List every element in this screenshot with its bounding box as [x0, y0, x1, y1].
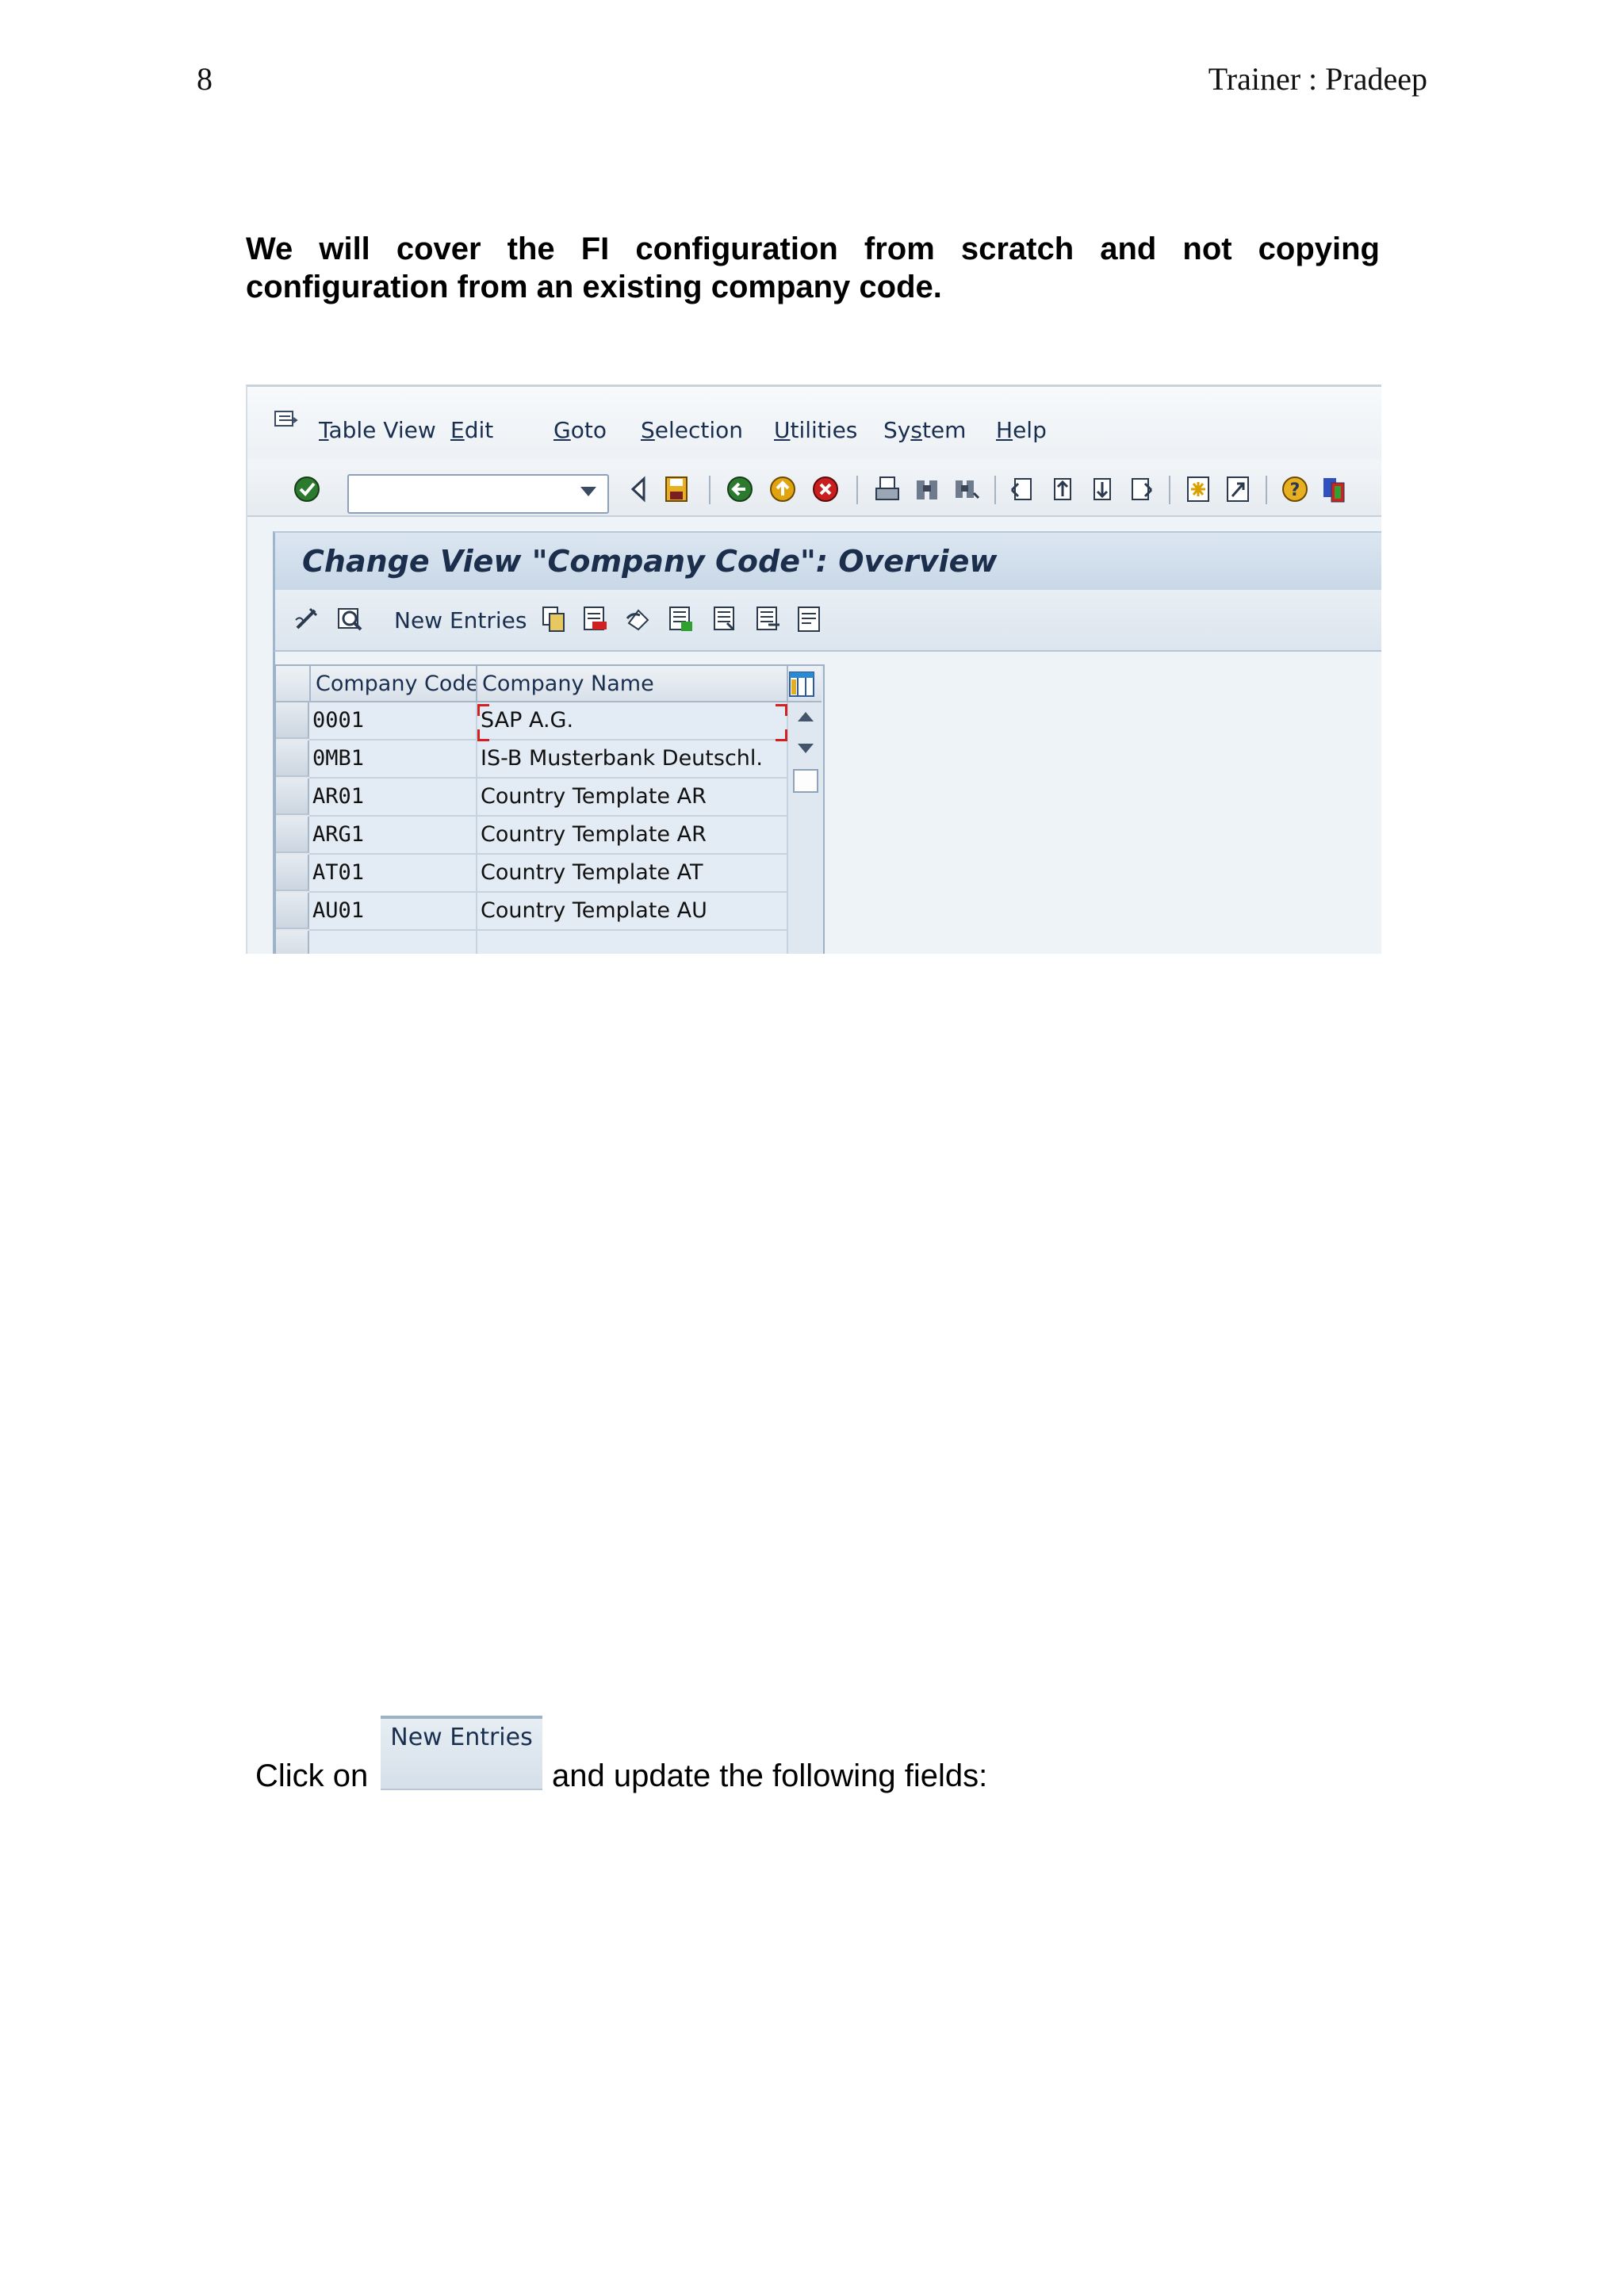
scroll-down-icon[interactable]: [798, 744, 814, 753]
delete-icon[interactable]: [581, 604, 610, 634]
company-name-cell[interactable]: Country Template AU: [477, 893, 788, 931]
toolbar-separator: [994, 476, 996, 504]
enter-check-icon[interactable]: [293, 474, 320, 504]
instruction-suffix: and update the following fields:: [552, 1758, 988, 1793]
chevron-down-icon[interactable]: [580, 487, 596, 496]
row-selector[interactable]: [276, 855, 309, 891]
select-view-icon[interactable]: [335, 604, 364, 634]
intro-paragraph: We will cover the FI configuration from …: [246, 232, 1380, 304]
menu-utilities[interactable]: Utilities: [774, 417, 857, 443]
menu-edit[interactable]: Edit: [450, 417, 493, 443]
layout-menu-icon[interactable]: [1321, 474, 1348, 504]
scroll-thumb[interactable]: [793, 769, 818, 793]
company-code-cell[interactable]: AT01: [309, 855, 477, 893]
company-name-cell[interactable]: Country Template AR: [477, 779, 788, 817]
scroll-up-icon[interactable]: [798, 712, 814, 721]
company-code-cell[interactable]: 0MB1: [309, 740, 477, 779]
focus-marker: [477, 729, 489, 741]
focus-marker: [776, 729, 787, 741]
menu-bar: Table View Edit Goto Selection Utilities…: [247, 387, 1381, 458]
menu-goto[interactable]: Goto: [553, 417, 607, 443]
company-name-cell[interactable]: Country Template AR: [477, 817, 788, 855]
create-session-icon[interactable]: [1185, 474, 1212, 504]
sap-screenshot: Table View Edit Goto Selection Utilities…: [246, 385, 1381, 954]
help-icon[interactable]: ?: [1281, 474, 1308, 504]
column-header-company-code[interactable]: Company Code: [311, 666, 477, 702]
deselect-all-icon[interactable]: [754, 604, 783, 634]
screen-title: Change View "Company Code": Overview: [302, 544, 998, 579]
column-header-company-name[interactable]: Company Name: [477, 666, 788, 702]
select-all-icon[interactable]: [667, 604, 695, 634]
company-code-table: Company Code Company Name 0001 SAP A.G. …: [274, 664, 825, 954]
config-icon[interactable]: [795, 604, 824, 634]
vertical-scrollbar[interactable]: [788, 702, 822, 954]
menu-selection[interactable]: Selection: [641, 417, 743, 443]
company-name-cell[interactable]: IS-B Musterbank Deutschl.: [477, 740, 788, 779]
new-entries-button[interactable]: New Entries: [394, 607, 527, 633]
company-name-cell[interactable]: Country Template AT: [477, 855, 788, 893]
cancel-icon[interactable]: [812, 474, 839, 504]
previous-page-icon[interactable]: [1048, 474, 1075, 504]
company-name-cell[interactable]: [477, 931, 788, 954]
copy-as-icon[interactable]: [540, 604, 569, 634]
row-selector[interactable]: [276, 893, 309, 929]
header-trainer: Trainer : Pradeep: [1208, 61, 1427, 97]
back-icon[interactable]: [726, 474, 753, 504]
toolbar-separator: [1266, 476, 1267, 504]
page-number: 8: [197, 61, 213, 97]
toolbar-separator: [1169, 476, 1170, 504]
row-selector[interactable]: [276, 740, 309, 777]
menu-system[interactable]: System: [883, 417, 966, 443]
display-change-icon[interactable]: [293, 604, 321, 634]
toolbar-separator: [856, 476, 858, 504]
exit-icon[interactable]: [769, 474, 796, 504]
row-selector[interactable]: [276, 931, 309, 954]
table-corner[interactable]: [276, 666, 311, 702]
company-code-cell[interactable]: ARG1: [309, 817, 477, 855]
focus-marker: [477, 704, 489, 716]
save-icon[interactable]: [663, 474, 690, 504]
menu-help[interactable]: Help: [996, 417, 1047, 443]
row-selector[interactable]: [276, 817, 309, 853]
table-settings-icon[interactable]: [788, 671, 815, 698]
shortcut-icon[interactable]: [1224, 474, 1251, 504]
find-next-icon[interactable]: [953, 474, 980, 504]
find-icon[interactable]: [914, 474, 940, 504]
toolbar-separator: [709, 476, 710, 504]
select-block-icon[interactable]: [711, 604, 740, 634]
row-selector[interactable]: [276, 702, 309, 739]
undo-change-icon[interactable]: [624, 604, 653, 634]
application-toolbar: New Entries: [273, 590, 1381, 652]
back-triangle-icon[interactable]: [625, 474, 652, 504]
menu-icon[interactable]: [274, 411, 298, 430]
company-name-cell[interactable]: SAP A.G.: [477, 702, 788, 740]
menu-table-view[interactable]: Table View: [319, 417, 436, 443]
company-code-cell[interactable]: AU01: [309, 893, 477, 931]
company-code-cell[interactable]: 0001: [309, 702, 477, 740]
svg-text:?: ?: [1290, 480, 1300, 500]
screen-title-bar: Change View "Company Code": Overview: [273, 531, 1381, 590]
last-page-icon[interactable]: [1128, 474, 1155, 504]
company-code-cell[interactable]: AR01: [309, 779, 477, 817]
command-field[interactable]: [347, 474, 609, 514]
company-code-cell[interactable]: [309, 931, 477, 954]
next-page-icon[interactable]: [1088, 474, 1115, 504]
new-entries-button-image: New Entries: [381, 1716, 542, 1790]
instruction-prefix: Click on: [255, 1758, 369, 1793]
print-icon[interactable]: [874, 474, 901, 504]
row-selector[interactable]: [276, 779, 309, 815]
first-page-icon[interactable]: [1009, 474, 1036, 504]
focus-marker: [776, 704, 787, 716]
